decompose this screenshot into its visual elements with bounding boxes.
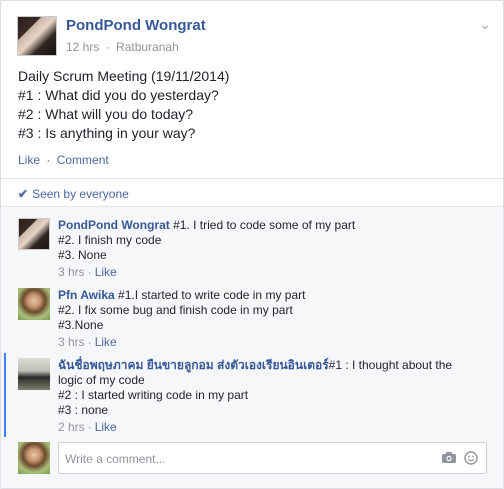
- comment-like-button[interactable]: Like: [95, 335, 117, 349]
- new-comment-indicator: [4, 353, 6, 437]
- post-location[interactable]: Ratburanah: [116, 40, 179, 54]
- seen-label: Seen by everyone: [32, 187, 129, 201]
- author-avatar[interactable]: [17, 16, 57, 56]
- divider: [1, 178, 503, 179]
- comment-line: #3.None: [58, 318, 104, 332]
- post-time[interactable]: 12 hrs: [66, 40, 99, 54]
- chevron-down-icon[interactable]: ⌄: [479, 16, 491, 33]
- comment-line: #1. I tried to code some of my part: [173, 218, 356, 232]
- comment-line: logic of my code: [58, 373, 145, 387]
- comment-author[interactable]: PondPond Wongrat: [58, 218, 170, 232]
- comment-text: PondPond Wongrat #1. I tried to code som…: [58, 218, 487, 280]
- comment-line: #2. I finish my code: [58, 233, 162, 247]
- current-user-avatar: [18, 442, 50, 474]
- post-body-line: #2 : What will you do today?: [18, 106, 194, 122]
- post-body: Daily Scrum Meeting (19/11/2014) #1 : Wh…: [18, 67, 487, 143]
- like-button[interactable]: Like: [18, 153, 40, 167]
- commenter-avatar[interactable]: [18, 288, 50, 320]
- comment-line: #2 : I started writing code in my part: [58, 388, 249, 402]
- post-actions: Like · Comment: [18, 153, 109, 167]
- comment-time[interactable]: 2 hrs: [58, 420, 85, 434]
- comment-time[interactable]: 3 hrs: [58, 265, 85, 279]
- comment-author[interactable]: ฉันชื่อพฤษภาคม ยืนขายลูกอม ส่งตัวเองเรีย…: [58, 358, 329, 372]
- comment-line: #3. None: [58, 248, 107, 262]
- comment-like-button[interactable]: Like: [95, 265, 117, 279]
- meta-separator: ·: [87, 265, 92, 279]
- commenter-avatar[interactable]: [18, 358, 50, 390]
- meta-separator: ·: [87, 335, 92, 349]
- smile-icon[interactable]: [464, 451, 478, 465]
- check-icon: ✔: [18, 187, 29, 201]
- comment-button[interactable]: Comment: [57, 153, 109, 167]
- post-meta: 12 hrs · Ratburanah: [66, 40, 179, 54]
- action-separator: ·: [46, 153, 51, 167]
- comment-line: #1 : I thought about the: [328, 358, 453, 372]
- post-body-line: #3 : Is anything in your way?: [18, 125, 196, 141]
- post-body-line: Daily Scrum Meeting (19/11/2014): [18, 68, 230, 84]
- comment-text: ฉันชื่อพฤษภาคม ยืนขายลูกอม ส่งตัวเองเรีย…: [58, 358, 487, 435]
- comment-input[interactable]: Write a comment...: [58, 442, 487, 474]
- comment-line: #2. I fix some bug and finish code in my…: [58, 303, 293, 317]
- meta-separator: ·: [87, 420, 92, 434]
- comment-text: Pfn Awika #1.I started to write code in …: [58, 288, 487, 350]
- post-author-name[interactable]: PondPond Wongrat: [66, 17, 206, 34]
- post-header: PondPond Wongrat 12 hrs · Ratburanah ⌄: [17, 16, 491, 56]
- post-body-line: #1 : What did you do yesterday?: [18, 87, 219, 103]
- post-card: PondPond Wongrat 12 hrs · Ratburanah ⌄ D…: [0, 0, 504, 489]
- commenter-avatar[interactable]: [18, 218, 50, 250]
- comment-author[interactable]: Pfn Awika: [58, 288, 115, 302]
- camera-icon[interactable]: [442, 452, 456, 463]
- comment-line: #3 : none: [58, 403, 109, 417]
- comment-time[interactable]: 3 hrs: [58, 335, 85, 349]
- seen-by[interactable]: ✔ Seen by everyone: [18, 187, 129, 201]
- comment-composer: Write a comment...: [18, 442, 487, 474]
- comment-like-button[interactable]: Like: [95, 420, 117, 434]
- comment-placeholder: Write a comment...: [65, 452, 166, 466]
- meta-separator: ·: [105, 40, 110, 54]
- comment-line: #1.I started to write code in my part: [118, 288, 306, 302]
